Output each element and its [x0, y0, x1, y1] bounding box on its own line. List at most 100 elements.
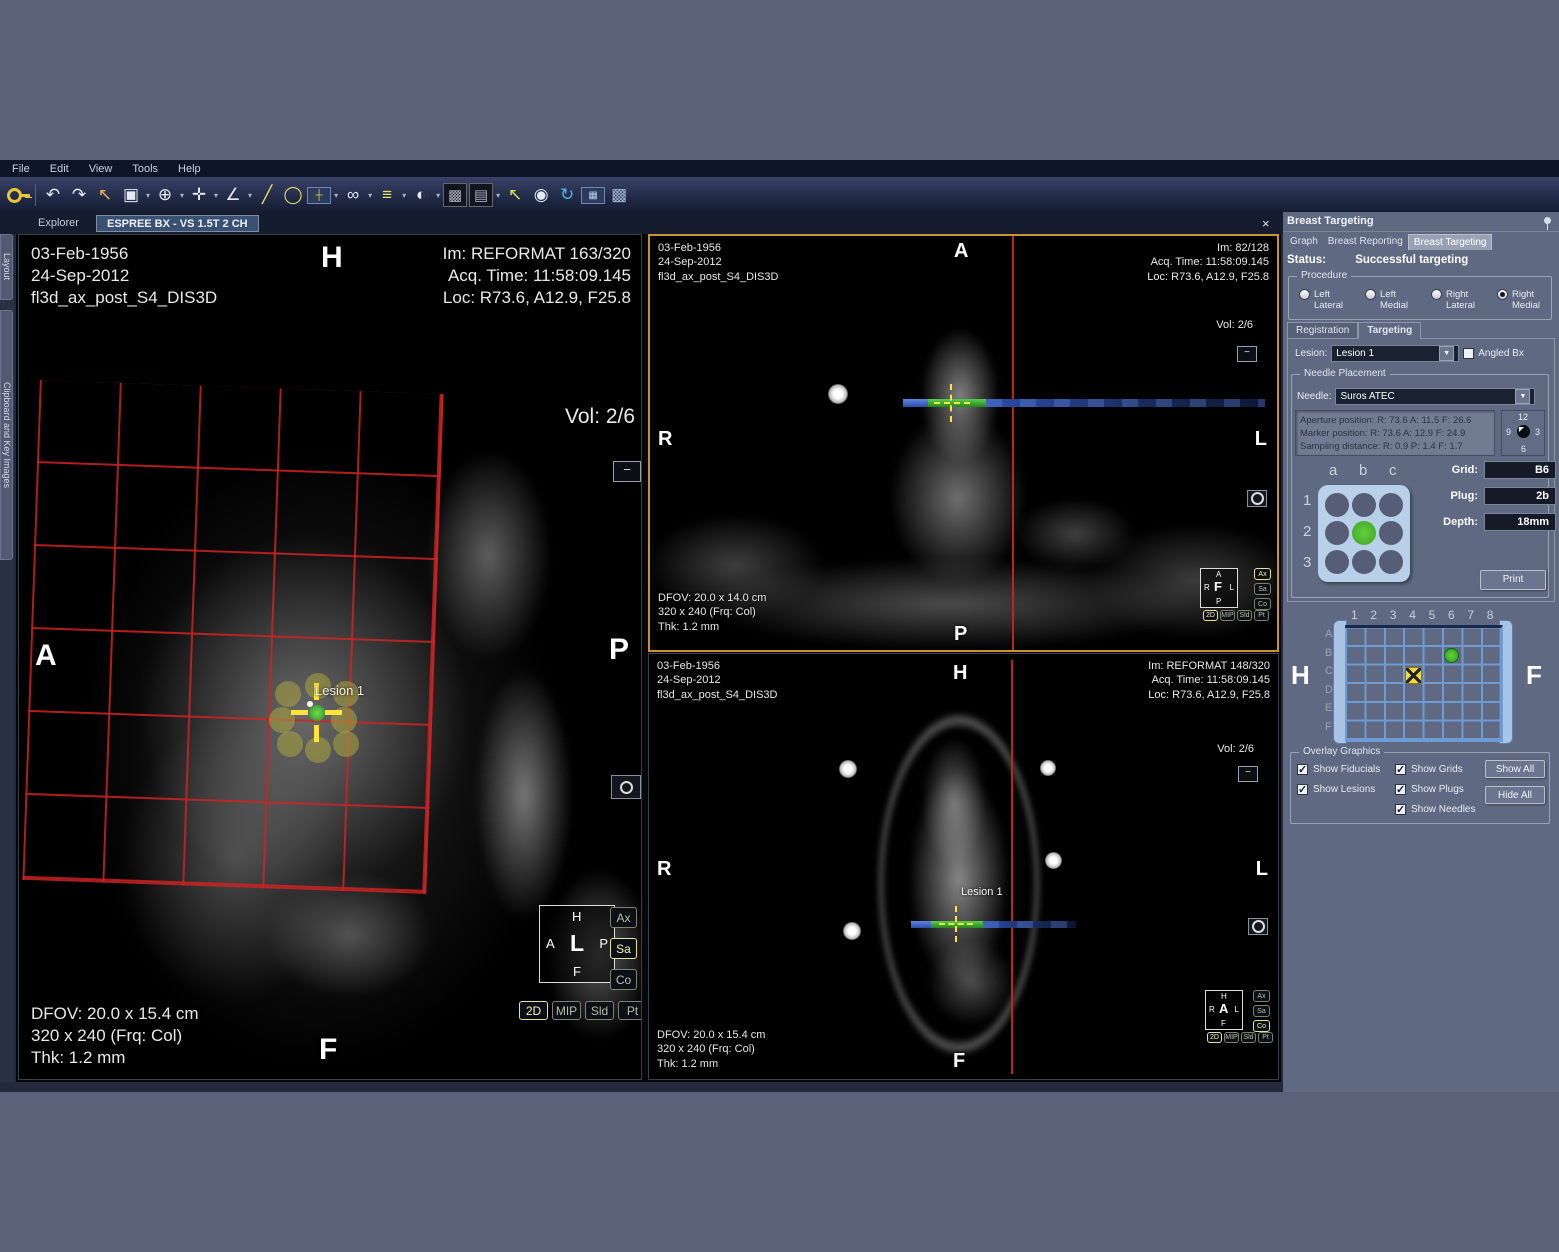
- mode-button-mip[interactable]: MIP: [552, 1001, 581, 1020]
- dropdown-arrow-icon[interactable]: ▾: [214, 191, 218, 200]
- plug-hole-a3[interactable]: [1325, 550, 1349, 574]
- view-button-co[interactable]: Co: [610, 969, 637, 990]
- chevron-down-icon[interactable]: ▼: [1515, 389, 1530, 404]
- ellipse-roi-icon[interactable]: ◯: [281, 183, 305, 207]
- mode-button-sld[interactable]: Sld: [1241, 1032, 1256, 1043]
- dropdown-arrow-icon[interactable]: ▾: [436, 191, 440, 200]
- show-all-button[interactable]: Show All: [1485, 760, 1545, 778]
- minimize-button[interactable]: −: [1237, 346, 1257, 362]
- overlay-checkbox-show-needles[interactable]: Show Needles: [1395, 802, 1475, 817]
- target-grid[interactable]: [1345, 625, 1503, 742]
- dropdown-arrow-icon[interactable]: ▾: [248, 191, 252, 200]
- redo-icon[interactable]: ↷: [67, 183, 91, 207]
- procedure-option-left-medial[interactable]: LeftMedial: [1365, 289, 1408, 311]
- checkbox-icon[interactable]: [1395, 764, 1406, 775]
- mode-button-2d[interactable]: 2D: [1203, 610, 1218, 621]
- layout-grid-icon[interactable]: ▦: [581, 187, 605, 204]
- plug-hole-b2[interactable]: [1352, 521, 1376, 545]
- probe-pointer-icon[interactable]: ↖: [503, 183, 527, 207]
- tab-study[interactable]: ESPREE BX - VS 1.5T 2 CH: [96, 215, 259, 232]
- procedure-option-left-lateral[interactable]: LeftLateral: [1299, 289, 1343, 311]
- camera-snapshot-icon[interactable]: [1247, 490, 1267, 507]
- mode-button-2d[interactable]: 2D: [1207, 1032, 1222, 1043]
- checkbox-icon[interactable]: [1395, 784, 1406, 795]
- plug-hole-a2[interactable]: [1325, 521, 1349, 545]
- view-button-sa[interactable]: Sa: [1253, 1005, 1270, 1017]
- view-button-co[interactable]: Co: [1253, 1020, 1270, 1032]
- layout-grid-alt-icon[interactable]: ▩: [607, 183, 631, 207]
- mr-thumbnail-1-icon[interactable]: ▩: [443, 183, 467, 207]
- plug-hole-b1[interactable]: [1352, 493, 1376, 517]
- menu-item-help[interactable]: Help: [178, 163, 201, 175]
- plug-hole-c1[interactable]: [1379, 493, 1403, 517]
- close-icon[interactable]: ×: [1262, 216, 1270, 231]
- overlay-checkbox-show-fiducials[interactable]: Show Fiducials: [1297, 762, 1380, 777]
- dropdown-arrow-icon[interactable]: ▾: [334, 191, 338, 200]
- view-button-ax[interactable]: Ax: [610, 907, 637, 928]
- viewport-sagittal[interactable]: Lesion 1 03-Feb-1956 24-Sep-2012 fl3d_ax…: [18, 234, 642, 1080]
- tab-registration[interactable]: Registration: [1287, 322, 1358, 339]
- tab-breast-reporting[interactable]: Breast Reporting: [1323, 234, 1408, 250]
- minimize-button[interactable]: −: [1238, 766, 1258, 782]
- tab-breast-targeting[interactable]: Breast Targeting: [1408, 234, 1493, 250]
- mode-button-2d[interactable]: 2D: [519, 1001, 548, 1020]
- needle-select[interactable]: Suros ATEC ▼: [1335, 388, 1535, 405]
- side-tab-clipboard[interactable]: Clipboard and Key Images: [0, 310, 13, 560]
- tab-targeting[interactable]: Targeting: [1358, 322, 1421, 339]
- menu-item-file[interactable]: File: [12, 163, 30, 175]
- pan-icon[interactable]: ✛: [187, 183, 211, 207]
- view-button-ax[interactable]: Ax: [1254, 568, 1271, 580]
- clock-position-widget[interactable]: 12 9 3 6: [1501, 410, 1545, 456]
- mode-button-sld[interactable]: Sld: [585, 1001, 614, 1020]
- checkbox-icon[interactable]: [1297, 784, 1308, 795]
- radio-icon[interactable]: [1497, 289, 1508, 300]
- camera-snapshot-icon[interactable]: [1248, 918, 1268, 935]
- mode-button-pt[interactable]: Pt: [1258, 1032, 1273, 1043]
- plug-hole-b3[interactable]: [1352, 550, 1376, 574]
- view-button-ax[interactable]: Ax: [1253, 990, 1270, 1002]
- key-icon[interactable]: [6, 183, 30, 207]
- procedure-option-right-medial[interactable]: RightMedial: [1497, 289, 1540, 311]
- overlay-checkbox-show-lesions[interactable]: Show Lesions: [1297, 782, 1380, 797]
- view-button-sa[interactable]: Sa: [1254, 583, 1271, 595]
- target-plug-marker[interactable]: [1405, 667, 1422, 684]
- view-button-sa[interactable]: Sa: [610, 938, 637, 959]
- angle-measure-icon[interactable]: ∠: [221, 183, 245, 207]
- cine-icon[interactable]: ◉: [529, 183, 553, 207]
- dropdown-arrow-icon[interactable]: ▾: [146, 191, 150, 200]
- mode-button-pt[interactable]: Pt: [1254, 610, 1269, 621]
- minimize-button[interactable]: −: [613, 461, 641, 482]
- menu-item-tools[interactable]: Tools: [132, 163, 158, 175]
- side-tab-layout[interactable]: Layout: [0, 234, 13, 300]
- spine-labels-icon[interactable]: ≡: [375, 183, 399, 207]
- angled-bx-checkbox[interactable]: [1463, 348, 1474, 359]
- dropdown-arrow-icon[interactable]: ▾: [402, 191, 406, 200]
- radio-icon[interactable]: [1365, 289, 1376, 300]
- lesion-select[interactable]: Lesion 1 ▼: [1331, 345, 1459, 362]
- plug-hole-a1[interactable]: [1325, 493, 1349, 517]
- tab-explorer[interactable]: Explorer: [28, 215, 89, 232]
- dropdown-arrow-icon[interactable]: ▾: [180, 191, 184, 200]
- tab-graph[interactable]: Graph: [1285, 234, 1323, 250]
- zoom-icon[interactable]: ⊕: [153, 183, 177, 207]
- view-button-co[interactable]: Co: [1254, 598, 1271, 610]
- mode-button-sld[interactable]: Sld: [1237, 610, 1252, 621]
- overlay-checkbox-show-plugs[interactable]: Show Plugs: [1395, 782, 1475, 797]
- mode-button-mip[interactable]: MIP: [1220, 610, 1235, 621]
- pin-icon[interactable]: [1544, 217, 1551, 224]
- chevron-down-icon[interactable]: ▼: [1439, 346, 1454, 361]
- overlay-checkbox-show-grids[interactable]: Show Grids: [1395, 762, 1475, 777]
- target-lesion-marker[interactable]: [1444, 648, 1459, 663]
- print-button[interactable]: Print: [1480, 570, 1546, 590]
- hide-all-button[interactable]: Hide All: [1485, 786, 1545, 804]
- crosshair-icon[interactable]: ┼: [307, 187, 331, 204]
- sync-icon[interactable]: ↻: [555, 183, 579, 207]
- dropdown-arrow-icon[interactable]: ▾: [368, 191, 372, 200]
- checkbox-icon[interactable]: [1297, 764, 1308, 775]
- body-marker-icon[interactable]: ◐: [409, 183, 433, 207]
- camera-snapshot-icon[interactable]: [611, 775, 641, 799]
- radio-icon[interactable]: [1431, 289, 1442, 300]
- menu-item-edit[interactable]: Edit: [50, 163, 69, 175]
- checkbox-icon[interactable]: [1395, 804, 1406, 815]
- mode-button-pt[interactable]: Pt: [618, 1001, 642, 1020]
